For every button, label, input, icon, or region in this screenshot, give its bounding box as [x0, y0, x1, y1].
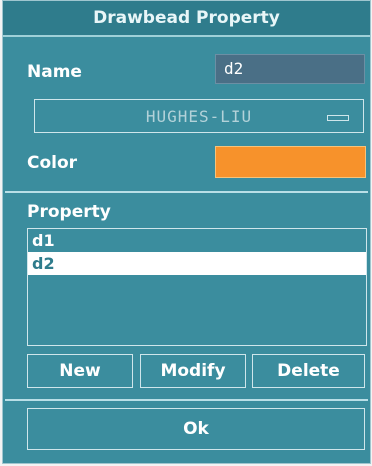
material-select-value: HUGHES-LIU	[145, 106, 253, 126]
ok-button[interactable]: Ok	[27, 408, 365, 450]
dropdown-indicator-icon	[327, 115, 349, 121]
list-item[interactable]: d1	[28, 229, 366, 252]
drawbead-property-dialog: Drawbead Property Name d2 HUGHES-LIU Col…	[2, 0, 371, 464]
color-label: Color	[27, 153, 78, 173]
buttons-divider	[5, 399, 368, 401]
section-divider	[5, 191, 368, 193]
color-swatch[interactable]	[215, 146, 366, 178]
name-input[interactable]: d2	[215, 54, 365, 84]
name-label: Name	[27, 62, 82, 82]
list-item-selected[interactable]: d2	[28, 252, 366, 275]
new-button[interactable]: New	[27, 354, 133, 388]
dialog-title: Drawbead Property	[93, 8, 280, 28]
dialog-title-bar: Drawbead Property	[3, 1, 370, 37]
modify-button[interactable]: Modify	[140, 354, 246, 388]
material-select[interactable]: HUGHES-LIU	[34, 99, 364, 133]
delete-button[interactable]: Delete	[252, 354, 365, 388]
property-label: Property	[27, 202, 111, 222]
property-list[interactable]: d1 d2	[27, 228, 367, 346]
